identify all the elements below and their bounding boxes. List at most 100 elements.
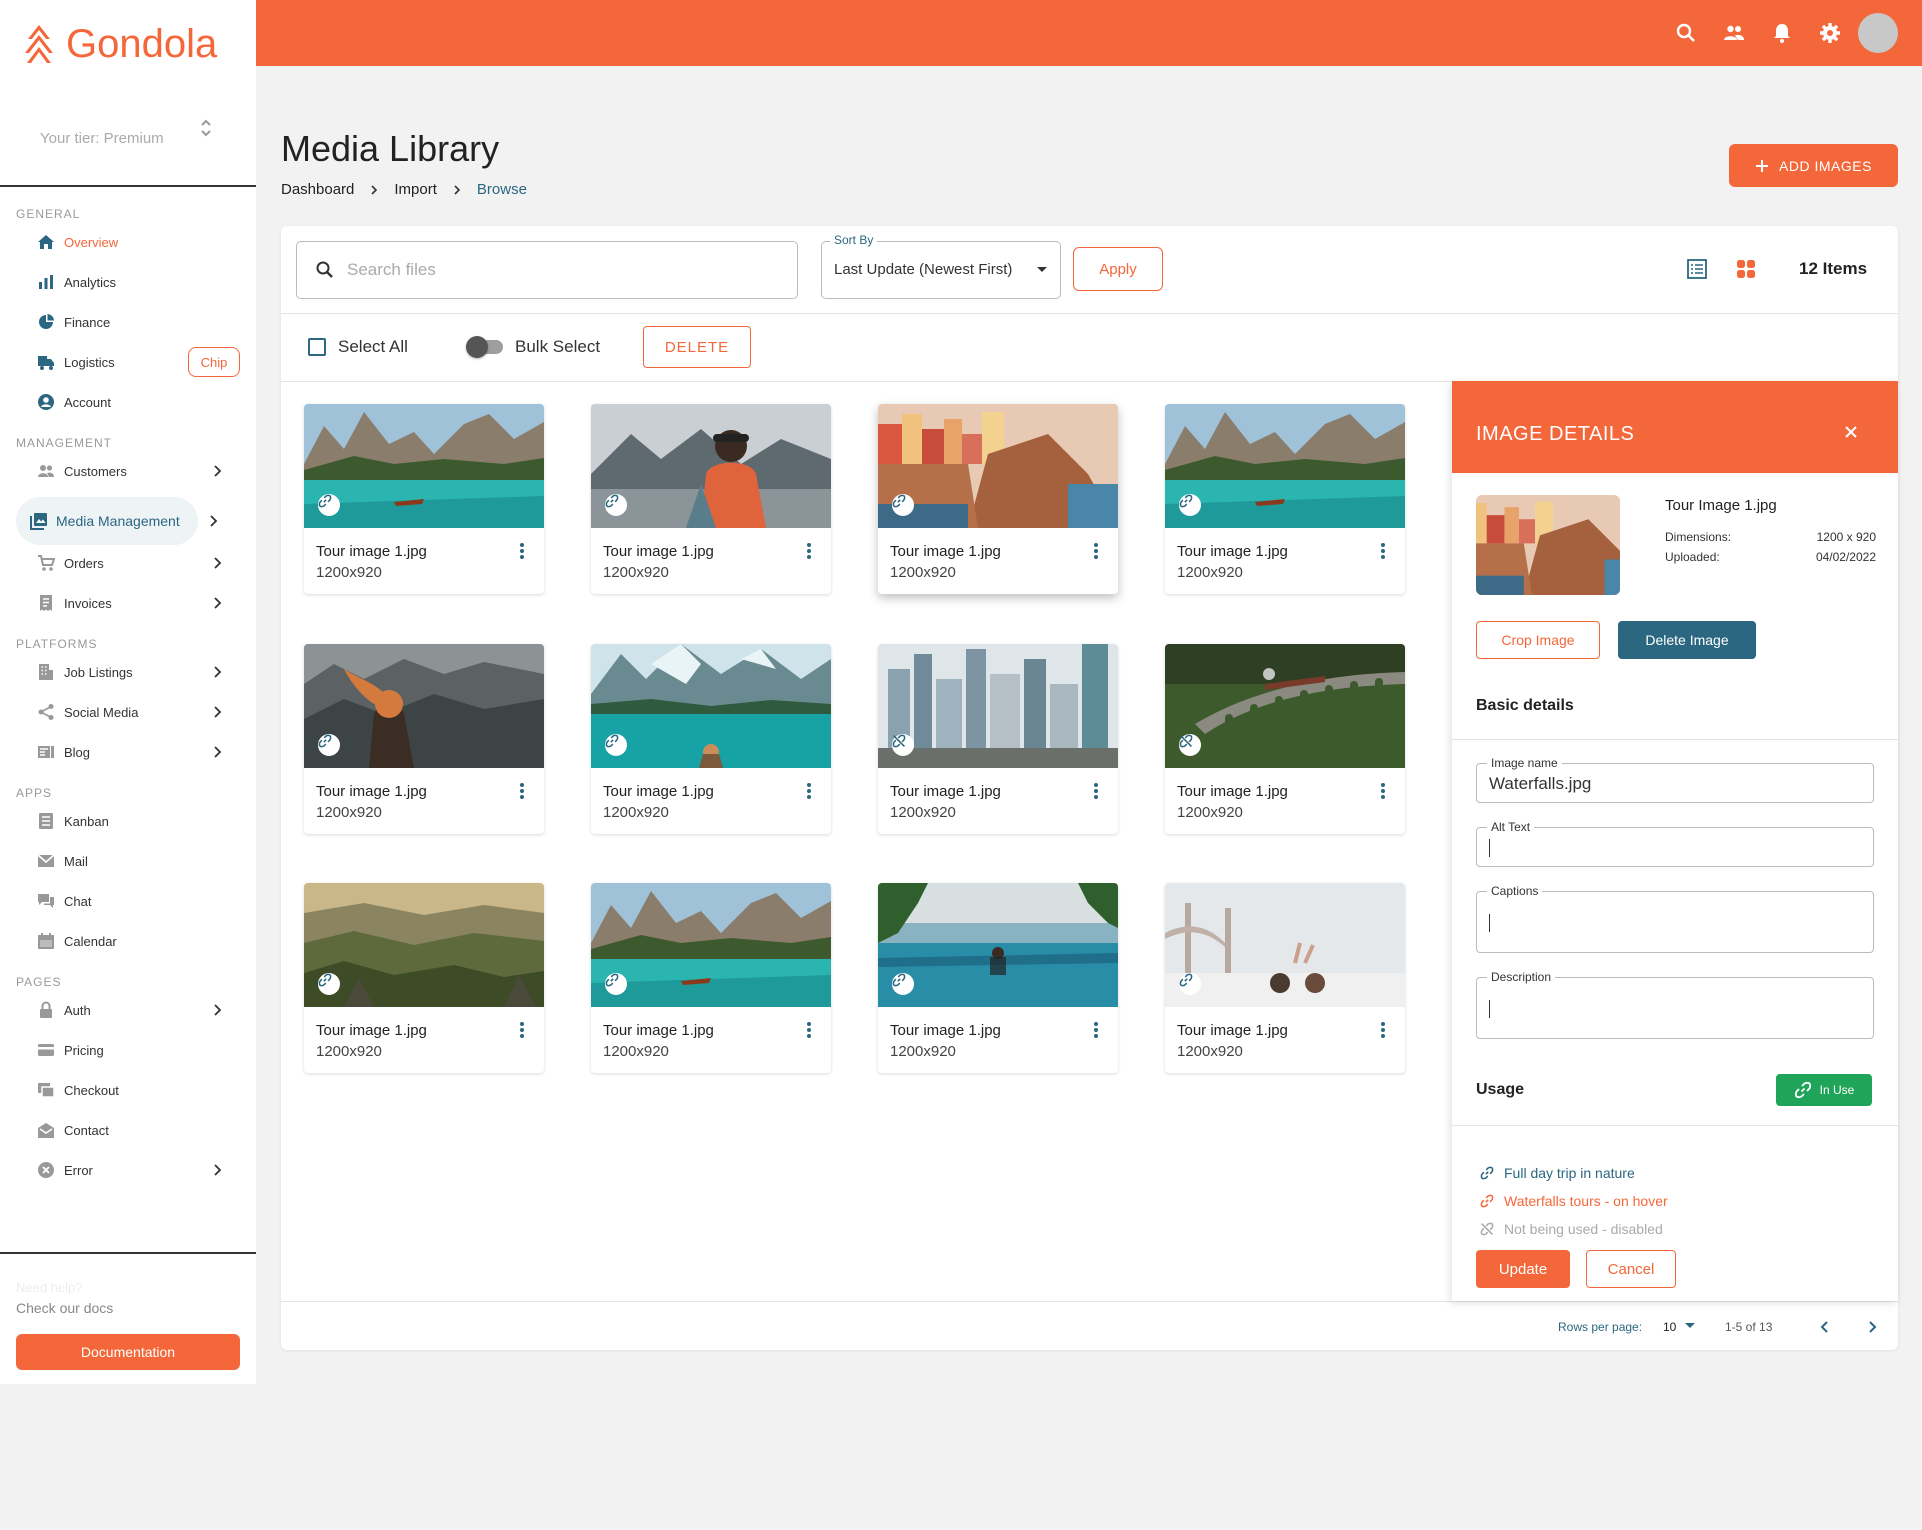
more-vert-icon[interactable]: [799, 1020, 819, 1040]
breadcrumb-browse[interactable]: Browse: [477, 181, 527, 198]
sidebar-item-media-management[interactable]: Media Management: [16, 497, 218, 545]
bell-icon[interactable]: [1770, 21, 1794, 45]
sidebar-item-job-listings[interactable]: Job Listings: [16, 652, 238, 692]
image-card[interactable]: Tour image 1.jpg 1200x920: [878, 404, 1118, 594]
more-vert-icon[interactable]: [512, 1020, 532, 1040]
image-card[interactable]: Tour image 1.jpg 1200x920: [878, 883, 1118, 1073]
image-name-field[interactable]: Image name Waterfalls.jpg: [1476, 756, 1874, 803]
sidebar-item-chat[interactable]: Chat: [16, 881, 238, 921]
logo[interactable]: Gondola: [22, 22, 217, 67]
bulk-select-toggle-knob[interactable]: [466, 336, 488, 358]
usage-link[interactable]: Waterfalls tours - on hover: [1480, 1193, 1668, 1209]
image-card[interactable]: Tour image 1.jpg 1200x920: [591, 404, 831, 594]
image-card[interactable]: Tour image 1.jpg 1200x920: [304, 644, 544, 834]
sidebar-item-account[interactable]: Account: [16, 382, 238, 422]
avatar[interactable]: [1858, 13, 1898, 53]
more-vert-icon[interactable]: [512, 781, 532, 801]
image-card[interactable]: Tour image 1.jpg 1200x920: [1165, 883, 1405, 1073]
sidebar-item-orders[interactable]: Orders: [16, 543, 238, 583]
breadcrumb-import[interactable]: Import: [394, 181, 437, 198]
more-vert-icon[interactable]: [1373, 1020, 1393, 1040]
image-thumbnail[interactable]: [1165, 883, 1405, 1007]
in-use-badge[interactable]: In Use: [1776, 1074, 1872, 1106]
image-thumbnail[interactable]: [878, 644, 1118, 768]
close-icon[interactable]: [1844, 425, 1858, 439]
arrow-drop-down-icon: [1037, 267, 1047, 272]
sidebar-item-checkout[interactable]: Checkout: [16, 1070, 238, 1110]
sidebar-item-label: Account: [64, 394, 111, 410]
image-thumbnail[interactable]: [591, 883, 831, 1007]
search-field[interactable]: [296, 241, 798, 299]
update-button[interactable]: Update: [1476, 1250, 1570, 1288]
sidebar-item-contact[interactable]: Contact: [16, 1110, 238, 1150]
crop-image-button[interactable]: Crop Image: [1476, 621, 1600, 659]
image-card[interactable]: Tour image 1.jpg 1200x920: [591, 644, 831, 834]
sidebar-item-customers[interactable]: Customers: [16, 451, 238, 491]
sort-select[interactable]: Sort By Last Update (Newest First): [821, 233, 1061, 299]
logistics-chip[interactable]: Chip: [188, 347, 240, 377]
image-thumbnail[interactable]: [304, 883, 544, 1007]
users-icon[interactable]: [1722, 21, 1746, 45]
delete-button[interactable]: DELETE: [643, 326, 751, 368]
more-vert-icon[interactable]: [1373, 781, 1393, 801]
documentation-button[interactable]: Documentation: [16, 1334, 240, 1370]
image-dimensions: 1200x920: [603, 804, 669, 821]
sidebar-item-analytics[interactable]: Analytics: [16, 262, 238, 302]
captions-field[interactable]: Captions: [1476, 884, 1874, 953]
more-vert-icon[interactable]: [1086, 541, 1106, 561]
select-all-checkbox[interactable]: [308, 338, 326, 356]
gear-icon[interactable]: [1818, 21, 1842, 45]
sidebar-item-error[interactable]: Error: [16, 1150, 238, 1190]
image-thumbnail[interactable]: [1165, 644, 1405, 768]
more-vert-icon[interactable]: [799, 781, 819, 801]
search-input[interactable]: [347, 260, 767, 280]
link-status-badge: [892, 973, 914, 995]
image-thumbnail[interactable]: [591, 404, 831, 528]
list-view-icon[interactable]: [1686, 258, 1708, 280]
search-icon[interactable]: [1674, 21, 1698, 45]
add-images-button[interactable]: ADD IMAGES: [1729, 144, 1898, 187]
image-card[interactable]: Tour image 1.jpg 1200x920: [591, 883, 831, 1073]
image-card[interactable]: Tour image 1.jpg 1200x920: [304, 404, 544, 594]
sidebar-item-calendar[interactable]: Calendar: [16, 921, 238, 961]
image-thumbnail[interactable]: [1165, 404, 1405, 528]
sidebar-item-mail[interactable]: Mail: [16, 841, 238, 881]
more-vert-icon[interactable]: [799, 541, 819, 561]
image-card[interactable]: Tour image 1.jpg 1200x920: [1165, 404, 1405, 594]
breadcrumb-dashboard[interactable]: Dashboard: [281, 181, 354, 198]
arrow-drop-down-icon[interactable]: [1685, 1323, 1695, 1329]
image-thumbnail[interactable]: [304, 404, 544, 528]
sidebar-item-invoices[interactable]: Invoices: [16, 583, 238, 623]
image-card[interactable]: Tour image 1.jpg 1200x920: [1165, 644, 1405, 834]
sidebar-item-auth[interactable]: Auth: [16, 990, 238, 1030]
chevron-left-icon[interactable]: [1817, 1319, 1833, 1335]
rows-per-page-select[interactable]: 10: [1663, 1320, 1676, 1334]
sidebar-item-social-media[interactable]: Social Media: [16, 692, 238, 732]
sidebar-item-blog[interactable]: Blog: [16, 732, 238, 772]
image-thumbnail[interactable]: [304, 644, 544, 768]
more-vert-icon[interactable]: [1086, 781, 1106, 801]
description-field[interactable]: Description: [1476, 970, 1874, 1039]
more-vert-icon[interactable]: [512, 541, 532, 561]
delete-image-button[interactable]: Delete Image: [1618, 621, 1756, 659]
image-thumbnail[interactable]: [878, 883, 1118, 1007]
sidebar-item-overview[interactable]: Overview: [16, 222, 238, 262]
usage-link[interactable]: Full day trip in nature: [1480, 1165, 1635, 1181]
cancel-button[interactable]: Cancel: [1586, 1250, 1676, 1288]
sidebar-item-pricing[interactable]: Pricing: [16, 1030, 238, 1070]
lock-icon: [37, 1001, 55, 1019]
more-vert-icon[interactable]: [1373, 541, 1393, 561]
image-thumbnail[interactable]: [878, 404, 1118, 528]
more-vert-icon[interactable]: [1086, 1020, 1106, 1040]
grid-view-icon[interactable]: [1735, 258, 1757, 280]
link-icon: [892, 973, 906, 987]
unfold-icon[interactable]: [198, 118, 214, 138]
image-card[interactable]: Tour image 1.jpg 1200x920: [878, 644, 1118, 834]
alt-text-field[interactable]: Alt Text: [1476, 820, 1874, 867]
image-thumbnail[interactable]: [591, 644, 831, 768]
image-card[interactable]: Tour image 1.jpg 1200x920: [304, 883, 544, 1073]
chevron-right-icon[interactable]: [1864, 1319, 1880, 1335]
sidebar-item-kanban[interactable]: Kanban: [16, 801, 238, 841]
apply-button[interactable]: Apply: [1073, 247, 1163, 291]
sidebar-item-finance[interactable]: Finance: [16, 302, 238, 342]
